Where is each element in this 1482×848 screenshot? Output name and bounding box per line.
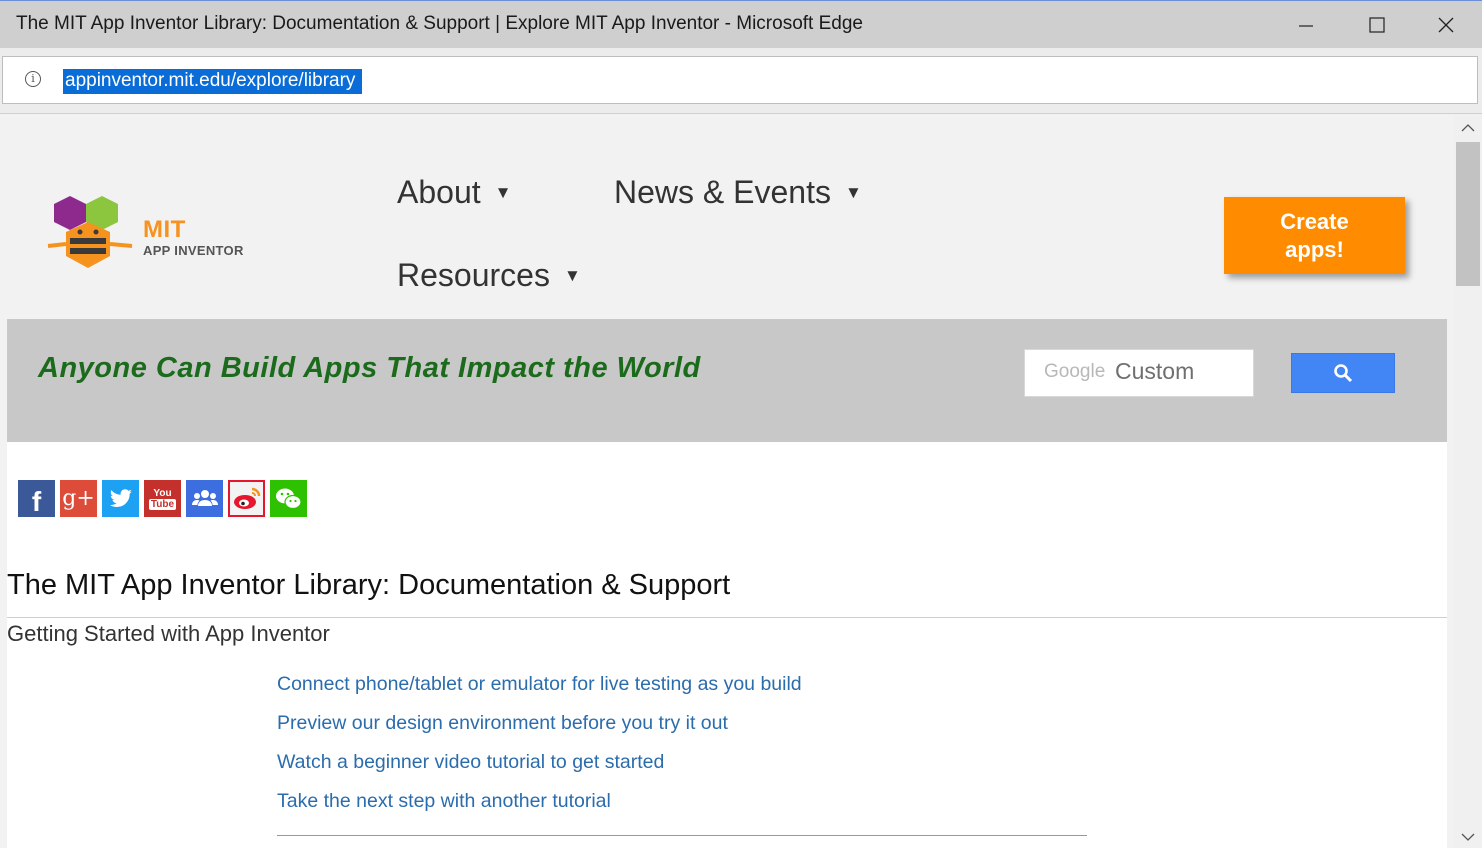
chevron-down-icon (1461, 833, 1475, 841)
minimize-button[interactable] (1272, 1, 1340, 48)
caret-down-icon: ▼ (494, 182, 512, 202)
vertical-scrollbar[interactable] (1454, 114, 1482, 848)
nav-resources-label: Resources (397, 257, 550, 293)
twitter-icon[interactable] (102, 480, 139, 517)
url-field[interactable]: i appinventor.mit.edu/explore/library (2, 56, 1478, 104)
link-next-tutorial[interactable]: Take the next step with another tutorial (277, 790, 802, 829)
search-icon (1334, 364, 1353, 383)
maximize-icon (1369, 16, 1385, 33)
nav-about[interactable]: About ▼ (397, 174, 511, 211)
youtube-icon[interactable]: You Tube (144, 480, 181, 517)
facebook-icon[interactable]: f (18, 480, 55, 517)
link-connect-device[interactable]: Connect phone/tablet or emulator for liv… (277, 673, 802, 712)
logo-app-inventor-text: APP INVENTOR (143, 243, 244, 258)
window-title: The MIT App Inventor Library: Documentat… (16, 13, 863, 34)
weibo-icon[interactable] (228, 480, 265, 517)
url-text[interactable]: appinventor.mit.edu/explore/library (63, 69, 363, 94)
maximize-button[interactable] (1343, 1, 1411, 48)
caret-down-icon: ▼ (844, 182, 862, 202)
nav-news-events-label: News & Events (614, 174, 831, 210)
wechat-icon[interactable] (270, 480, 307, 517)
scroll-thumb[interactable] (1456, 142, 1480, 286)
page-viewport: MIT APP INVENTOR About ▼ News & Events ▼… (0, 114, 1454, 848)
section-heading: Getting Started with App Inventor (7, 621, 330, 646)
google-plus-icon[interactable]: g+ (60, 480, 97, 517)
info-icon[interactable]: i (25, 71, 41, 87)
search-button[interactable] (1291, 353, 1395, 393)
minimize-icon (1299, 24, 1313, 27)
nav-resources[interactable]: Resources ▼ (397, 257, 581, 294)
scroll-up-button[interactable] (1454, 118, 1482, 138)
group-icon[interactable] (186, 480, 223, 517)
web-page: MIT APP INVENTOR About ▼ News & Events ▼… (7, 146, 1447, 848)
hero-banner: Anyone Can Build Apps That Impact the Wo… (7, 319, 1447, 442)
social-icons: f g+ You Tube (18, 480, 307, 517)
tagline: Anyone Can Build Apps That Impact the Wo… (38, 352, 701, 384)
window-titlebar: The MIT App Inventor Library: Documentat… (0, 0, 1482, 48)
link-preview-design[interactable]: Preview our design environment before yo… (277, 712, 802, 751)
site-header: MIT APP INVENTOR About ▼ News & Events ▼… (7, 146, 1447, 319)
link-beginner-video[interactable]: Watch a beginner video tutorial to get s… (277, 751, 802, 790)
caret-down-icon: ▼ (563, 265, 581, 285)
mit-app-inventor-logo[interactable]: MIT APP INVENTOR (40, 192, 250, 274)
close-icon (1438, 17, 1454, 32)
logo-mit-text: MIT (143, 216, 186, 243)
create-apps-line1: Create (1280, 208, 1349, 234)
address-bar: i appinventor.mit.edu/explore/library (0, 48, 1482, 114)
close-button[interactable] (1412, 1, 1480, 48)
getting-started-links: Connect phone/tablet or emulator for liv… (277, 673, 802, 829)
scroll-down-button[interactable] (1454, 826, 1482, 848)
divider (277, 835, 1087, 836)
create-apps-button[interactable]: Create apps! (1224, 197, 1405, 274)
search-input[interactable]: Google Custom (1024, 349, 1254, 397)
nav-about-label: About (397, 174, 481, 210)
google-brand-label: Google (1044, 361, 1106, 382)
bee-logo-icon (47, 196, 133, 268)
page-title: The MIT App Inventor Library: Documentat… (7, 569, 731, 601)
chevron-up-icon (1461, 124, 1475, 132)
search-placeholder: Custom (1115, 358, 1195, 384)
create-apps-line2: apps! (1285, 236, 1344, 262)
nav-news-events[interactable]: News & Events ▼ (614, 174, 862, 211)
divider (7, 617, 1447, 618)
